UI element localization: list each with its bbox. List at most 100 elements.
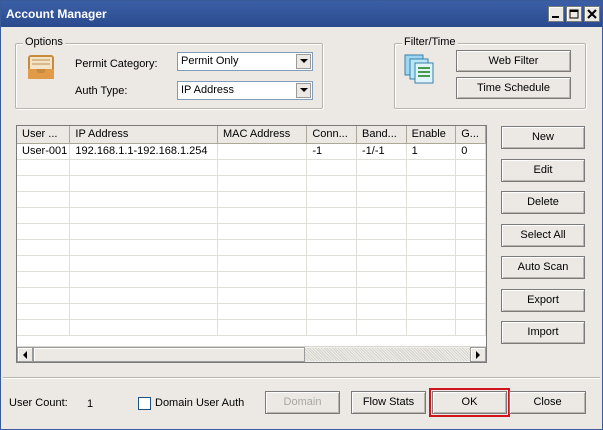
table-cell	[17, 191, 71, 208]
table-cell	[455, 287, 486, 304]
domain-button[interactable]: Domain	[265, 391, 340, 414]
options-group-title: Options	[23, 36, 65, 48]
edit-button[interactable]: Edit	[501, 159, 585, 182]
column-header[interactable]: MAC Address	[217, 126, 308, 144]
table-cell	[69, 191, 218, 208]
maximize-button[interactable]	[566, 6, 582, 22]
user-count-value: 1	[87, 398, 94, 410]
table-cell	[356, 255, 407, 272]
window-title: Account Manager	[6, 7, 107, 21]
delete-button[interactable]: Delete	[501, 191, 585, 214]
column-header[interactable]: Conn...	[306, 126, 357, 144]
table-cell	[406, 319, 457, 336]
table-cell	[69, 319, 218, 336]
export-button[interactable]: Export	[501, 289, 585, 312]
title-bar: Account Manager	[1, 1, 602, 27]
column-header[interactable]: User ...	[17, 126, 71, 144]
scrollbar-track[interactable]	[305, 348, 470, 361]
table-cell	[306, 255, 357, 272]
column-header[interactable]: IP Address	[69, 126, 218, 144]
table-cell	[406, 223, 457, 240]
auth-type-value: IP Address	[181, 84, 234, 96]
table-cell	[306, 207, 357, 224]
table-header-row: User ... IP Address MAC Address Conn... Band…	[17, 126, 486, 144]
ok-button[interactable]: OK	[429, 388, 510, 417]
table-cell	[306, 159, 357, 176]
footer-separator	[3, 377, 600, 379]
minimize-button[interactable]	[548, 6, 564, 22]
close-window-button[interactable]	[584, 6, 600, 22]
permit-category-label: Permit Category:	[75, 58, 158, 70]
table-row[interactable]	[17, 191, 486, 208]
auto-scan-button[interactable]: Auto Scan	[501, 256, 585, 279]
table-cell	[217, 303, 308, 320]
table-cell	[356, 207, 407, 224]
table-cell	[69, 207, 218, 224]
table-cell	[217, 319, 308, 336]
table-cell	[455, 191, 486, 208]
table-cell	[406, 191, 457, 208]
domain-user-auth-checkbox[interactable]	[138, 397, 151, 410]
table-cell	[356, 175, 407, 192]
account-manager-window: Account Manager Options Permit Category:…	[0, 0, 603, 430]
table-cell	[306, 271, 357, 288]
table-row[interactable]	[17, 175, 486, 192]
chevron-down-icon[interactable]	[296, 54, 311, 69]
column-header[interactable]: Band...	[356, 126, 407, 144]
filter-time-group-title: Filter/Time	[402, 36, 458, 48]
table-cell	[17, 207, 71, 224]
horizontal-scrollbar[interactable]	[17, 346, 486, 362]
table-row[interactable]	[17, 223, 486, 240]
table-cell	[455, 255, 486, 272]
table-cell	[406, 207, 457, 224]
table-cell: 0	[455, 143, 486, 160]
table-cell	[406, 271, 457, 288]
time-schedule-button[interactable]: Time Schedule	[456, 77, 571, 99]
table-cell	[455, 303, 486, 320]
table-row[interactable]	[17, 239, 486, 256]
table-cell	[17, 255, 71, 272]
table-row[interactable]	[17, 255, 486, 272]
table-row[interactable]	[17, 271, 486, 288]
table-cell	[69, 223, 218, 240]
table-cell	[455, 271, 486, 288]
flow-stats-button[interactable]: Flow Stats	[351, 391, 426, 414]
table-cell: User-001	[17, 143, 71, 160]
table-row[interactable]	[17, 303, 486, 320]
select-all-button[interactable]: Select All	[501, 224, 585, 247]
close-button[interactable]: Close	[509, 391, 586, 414]
scroll-right-button[interactable]	[470, 347, 486, 362]
table-cell	[217, 175, 308, 192]
import-button[interactable]: Import	[501, 321, 585, 344]
table-cell	[17, 271, 71, 288]
table-cell	[17, 175, 71, 192]
table-cell	[306, 287, 357, 304]
domain-user-auth-label[interactable]: Domain User Auth	[155, 397, 244, 409]
table-row[interactable]	[17, 319, 486, 336]
table-row[interactable]	[17, 159, 486, 176]
table-row[interactable]	[17, 207, 486, 224]
permit-category-select[interactable]: Permit Only	[177, 52, 313, 71]
table-cell	[17, 223, 71, 240]
table-cell	[17, 239, 71, 256]
scroll-left-button[interactable]	[17, 347, 33, 362]
table-row[interactable]: User-001 192.168.1.1-192.168.1.254 -1 -1/-1…	[17, 143, 486, 160]
chevron-down-icon[interactable]	[296, 83, 311, 98]
table-cell	[69, 255, 218, 272]
table-body: User-001 192.168.1.1-192.168.1.254 -1 -1/-1…	[17, 143, 486, 336]
table-cell	[217, 239, 308, 256]
column-header[interactable]: Enable	[406, 126, 457, 144]
web-filter-button[interactable]: Web Filter	[456, 50, 571, 72]
table-cell: 192.168.1.1-192.168.1.254	[69, 143, 218, 160]
user-count-label: User Count:	[9, 397, 68, 409]
stacked-documents-icon	[403, 53, 435, 88]
table-cell: -1	[306, 143, 357, 160]
table-cell	[455, 319, 486, 336]
table-row[interactable]	[17, 287, 486, 304]
column-header[interactable]: G...	[455, 126, 486, 144]
scrollbar-thumb[interactable]	[33, 347, 305, 362]
auth-type-select[interactable]: IP Address	[177, 81, 313, 100]
new-button[interactable]: New	[501, 126, 585, 149]
table-cell	[69, 303, 218, 320]
table-cell	[455, 223, 486, 240]
